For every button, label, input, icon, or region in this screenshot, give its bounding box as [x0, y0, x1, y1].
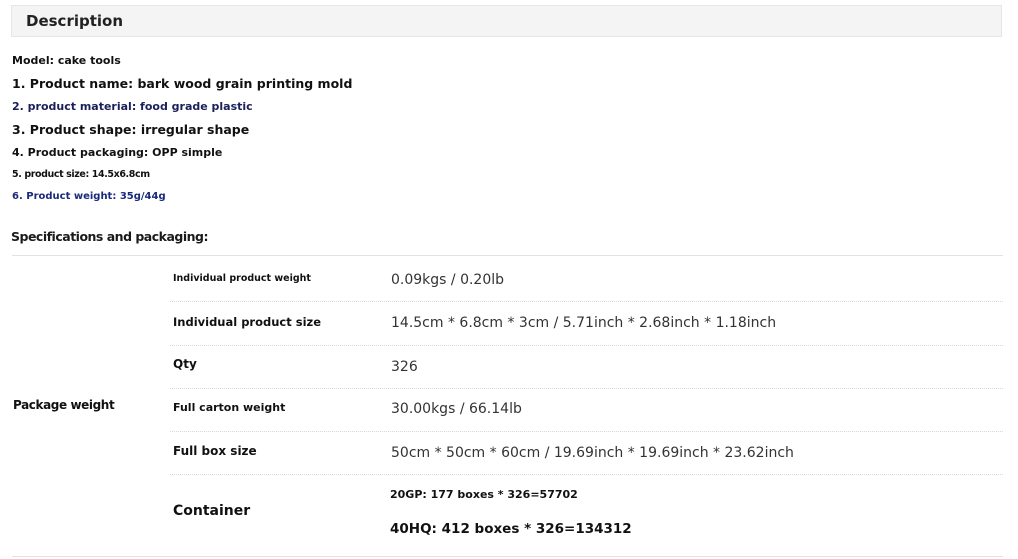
spec-table-bottom-divider — [12, 556, 1003, 557]
description-line-weight: 6. Product weight: 35g/44g — [12, 191, 166, 202]
spec-row-value: 0.09kgs / 0.20lb — [391, 272, 505, 288]
container-value-40hq: 40HQ: 412 boxes * 326=134312 — [390, 521, 632, 537]
description-line-product-name: 1. Product name: bark wood grain printin… — [12, 76, 353, 91]
description-line-size: 5. product size: 14.5x6.8cm — [12, 169, 150, 180]
description-line-material: 2. product material: food grade plastic — [12, 100, 253, 113]
spec-row-divider — [170, 301, 1003, 303]
specifications-title: Specifications and packaging: — [11, 229, 208, 244]
spec-row-value: 326 — [391, 359, 418, 375]
spec-table-top-divider — [12, 255, 1003, 256]
spec-row-value: 30.00kgs / 66.14lb — [391, 401, 522, 417]
spec-row-value: 50cm * 50cm * 60cm / 19.69inch * 19.69in… — [391, 445, 794, 461]
spec-row-label: Individual product size — [173, 315, 322, 329]
product-description-page: Description Model: cake tools 1. Product… — [0, 0, 1018, 559]
spec-row-divider — [170, 388, 1003, 390]
container-value-20gp: 20GP: 177 boxes * 326=57702 — [390, 488, 578, 501]
description-title: Description — [26, 12, 124, 30]
description-line-model: Model: cake tools — [12, 54, 121, 67]
spec-row-value: 14.5cm * 6.8cm * 3cm / 5.71inch * 2.68in… — [391, 315, 777, 331]
spec-row-label: Individual product weight — [173, 273, 311, 284]
description-header: Description — [11, 5, 1002, 37]
spec-row-divider — [170, 431, 1003, 433]
spec-row-divider — [170, 474, 1003, 476]
spec-row-label: Full box size — [173, 444, 257, 458]
spec-row-label: Full carton weight — [173, 401, 286, 414]
description-line-packaging: 4. Product packaging: OPP simple — [12, 146, 223, 159]
package-weight-label: Package weight — [13, 398, 115, 412]
container-label: Container — [173, 503, 251, 519]
spec-row-label: Qty — [173, 357, 197, 371]
description-line-shape: 3. Product shape: irregular shape — [12, 122, 250, 137]
spec-row-divider — [170, 345, 1003, 347]
